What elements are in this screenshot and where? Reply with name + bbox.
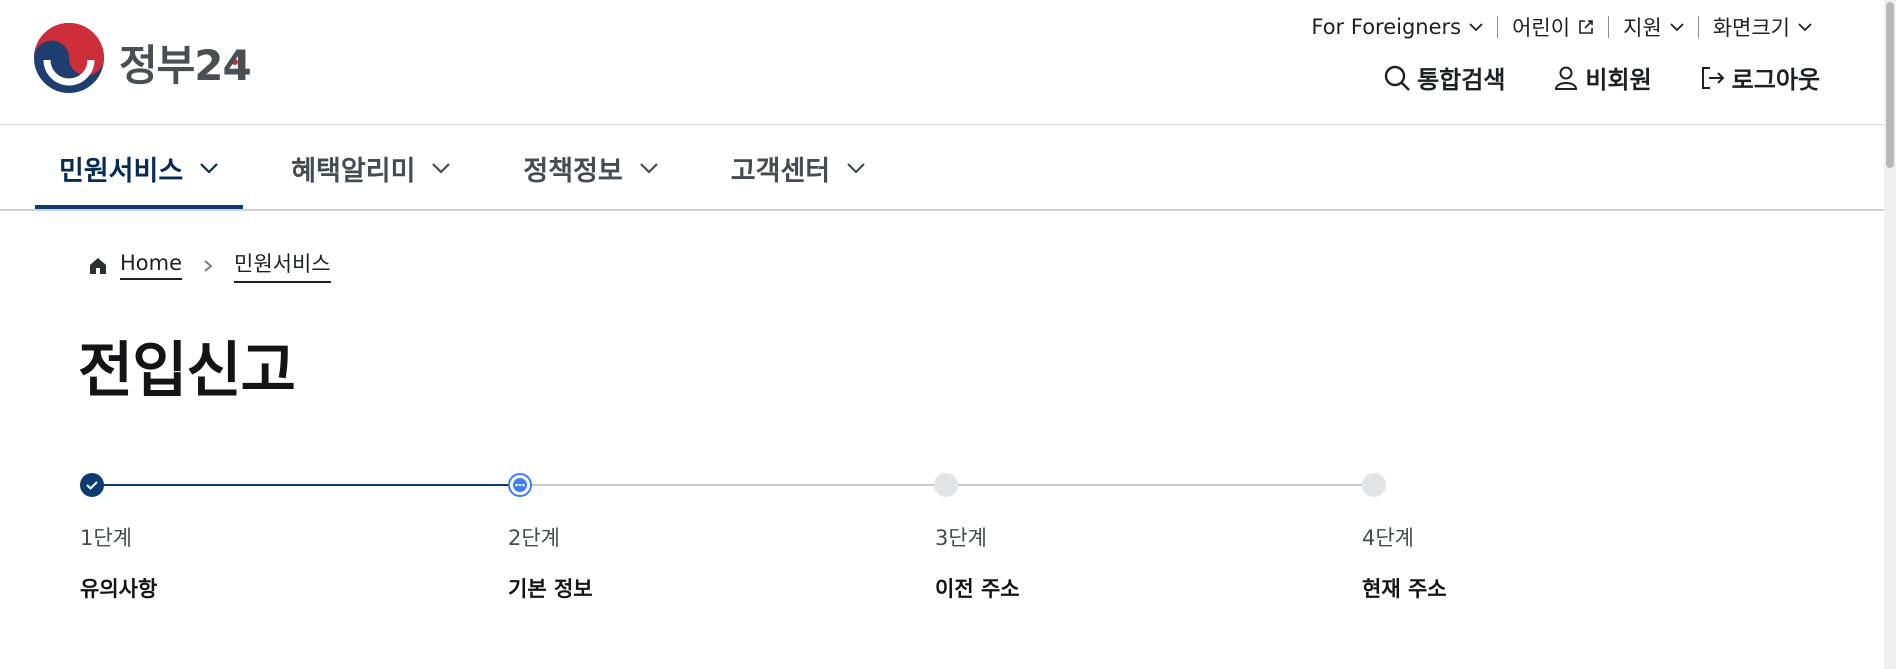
- step-1-name: 유의사항: [80, 577, 158, 601]
- breadcrumb-current-link[interactable]: 민원서비스: [234, 248, 331, 283]
- check-icon: [86, 481, 98, 490]
- nav-item-benefits[interactable]: 혜택알리미: [267, 126, 475, 210]
- chevron-right-icon: [204, 259, 213, 272]
- chevron-down-icon: [1469, 23, 1483, 32]
- step-3-name: 이전 주소: [935, 577, 1020, 601]
- support-menu[interactable]: 지원: [1609, 12, 1698, 42]
- screen-size-menu[interactable]: 화면크기: [1699, 12, 1826, 42]
- step-indicator: 1단계 2단계 3단계 4단계 유의사항 기본 정보 이전 주소 현재 주소: [80, 470, 1447, 610]
- chevron-down-icon: [847, 163, 865, 174]
- step-3-number: 3단계: [935, 526, 988, 550]
- external-link-icon: [1579, 20, 1593, 34]
- step-4-number: 4단계: [1362, 526, 1415, 550]
- breadcrumb-home-link[interactable]: Home: [120, 251, 183, 280]
- logout-label: 로그아웃: [1731, 66, 1820, 94]
- search-icon: [1384, 65, 1411, 91]
- step-2-number: 2단계: [508, 526, 561, 550]
- search-button[interactable]: 통합검색: [1383, 60, 1505, 95]
- utility-links: For Foreigners 어린이 지원 화면크기: [1297, 12, 1826, 42]
- main-nav: 민원서비스 혜택알리미 정책정보 고객센터: [35, 126, 914, 211]
- search-label: 통합검색: [1417, 66, 1506, 94]
- for-foreigners-link[interactable]: For Foreigners: [1297, 15, 1497, 39]
- step-2-name: 기본 정보: [508, 577, 593, 601]
- user-icon: [1555, 66, 1578, 90]
- guest-label: 비회원: [1585, 66, 1652, 94]
- guest-button[interactable]: 비회원: [1553, 60, 1652, 95]
- step-track-done: [92, 484, 520, 486]
- chevron-down-icon: [640, 163, 658, 174]
- scrollbar-thumb[interactable]: [1886, 2, 1894, 168]
- nav-item-customer-center[interactable]: 고객센터: [707, 126, 890, 210]
- chevron-down-icon: [1798, 23, 1812, 32]
- util-label: For Foreigners: [1311, 15, 1462, 39]
- step-3-marker: [934, 473, 958, 497]
- nav-label: 정책정보: [523, 155, 623, 187]
- page-title: 전입신고: [78, 336, 296, 406]
- breadcrumb: Home 민원서비스: [88, 248, 331, 283]
- nav-item-policy[interactable]: 정책정보: [499, 126, 682, 210]
- logout-button[interactable]: 로그아웃: [1700, 60, 1820, 95]
- gov24-logo[interactable]: 정부24: [33, 22, 253, 94]
- step-2-current-marker: [508, 473, 532, 497]
- header-actions: 통합검색 비회원 로그아웃: [1383, 60, 1820, 95]
- logo-text: 정부24: [119, 41, 252, 90]
- util-label: 어린이: [1512, 16, 1571, 40]
- home-icon: [90, 257, 106, 274]
- util-label: 화면크기: [1712, 16, 1790, 40]
- chevron-down-icon: [432, 163, 451, 174]
- step-1-number: 1단계: [80, 526, 133, 550]
- nav-label: 혜택알리미: [291, 155, 416, 187]
- nav-divider: [0, 209, 1884, 211]
- ellipsis-icon: [515, 483, 525, 487]
- chevron-down-icon: [200, 163, 218, 174]
- util-label: 지원: [1623, 16, 1662, 40]
- step-1-done-marker: [80, 473, 104, 497]
- step-4-marker: [1362, 473, 1386, 497]
- nav-label: 고객센터: [730, 155, 831, 187]
- nav-label: 민원서비스: [59, 155, 184, 187]
- kids-link[interactable]: 어린이: [1498, 12, 1608, 42]
- logout-icon: [1701, 66, 1725, 89]
- header-divider: [0, 124, 1884, 125]
- nav-item-civil-services[interactable]: 민원서비스: [35, 126, 244, 211]
- step-4-name: 현재 주소: [1362, 577, 1447, 601]
- chevron-down-icon: [1670, 23, 1684, 32]
